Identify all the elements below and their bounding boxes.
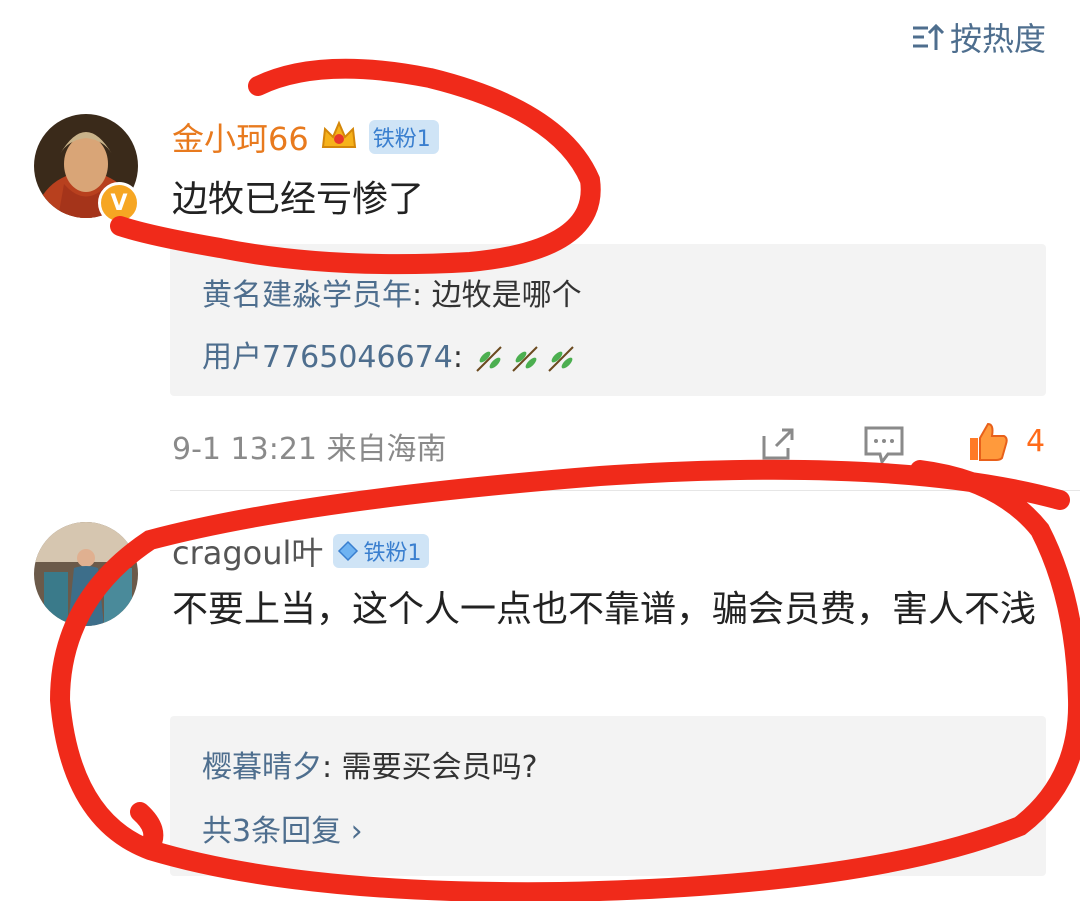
- avatar[interactable]: [34, 522, 138, 626]
- reply-item: 黄名建淼学员年: 边牧是哪个: [202, 278, 582, 313]
- sort-label: 按热度: [949, 20, 1046, 58]
- diamond-icon: [338, 540, 359, 562]
- comment-username[interactable]: cragoul叶 铁粉1: [172, 528, 430, 574]
- leaf-emoji-icon: [475, 345, 574, 372]
- comment-divider: [170, 490, 1080, 491]
- crown-icon: [321, 120, 356, 148]
- comment-text: 边牧已经亏惨了: [172, 179, 425, 220]
- comment-icon[interactable]: [862, 422, 906, 466]
- reply-username[interactable]: 黄名建淼学员年: [202, 278, 412, 313]
- verified-badge-icon: V: [98, 182, 140, 224]
- sort-by-popularity-button[interactable]: 按热度: [910, 14, 1046, 60]
- comment-meta: 9-1 13:21 来自海南: [172, 432, 447, 467]
- reply-preview-box[interactable]: 黄名建淼学员年: 边牧是哪个 用户7765046674:: [170, 244, 1046, 396]
- reply-item: 用户7765046674:: [202, 332, 581, 376]
- like-count: 4: [1026, 424, 1046, 459]
- share-icon[interactable]: [756, 422, 800, 466]
- reply-username[interactable]: 樱暮晴夕: [202, 750, 322, 785]
- view-all-replies-link[interactable]: 共3条回复 ›: [202, 806, 363, 850]
- comment-text: 不要上当，这个人一点也不靠谱，骗会员费，害人不浅: [172, 589, 1037, 630]
- reply-item: 樱暮晴夕: 需要买会员吗?: [202, 750, 538, 785]
- fan-level-badge: 铁粉1: [368, 120, 439, 154]
- like-icon[interactable]: [966, 420, 1010, 464]
- sort-icon: [912, 23, 944, 50]
- fan-level-badge: 铁粉1: [333, 534, 430, 568]
- comment-username[interactable]: 金小珂66 铁粉1: [172, 114, 439, 160]
- reply-username[interactable]: 用户7765046674: [202, 340, 453, 375]
- reply-preview-box[interactable]: 樱暮晴夕: 需要买会员吗? 共3条回复 ›: [170, 716, 1046, 876]
